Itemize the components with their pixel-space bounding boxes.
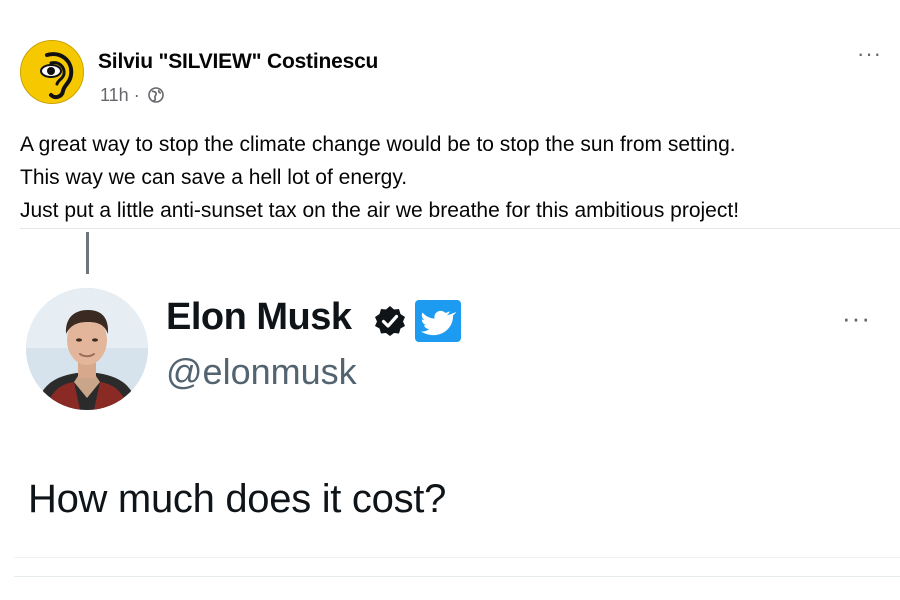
tweet-text: How much does it cost? xyxy=(28,477,447,521)
tweet-author-handle[interactable]: @elonmusk xyxy=(166,351,357,393)
post-text-line: A great way to stop the climate change w… xyxy=(20,133,736,156)
globe-icon[interactable] xyxy=(147,87,164,104)
ear-logo-icon xyxy=(21,41,83,103)
avatar-photo xyxy=(26,288,148,410)
divider xyxy=(20,228,900,229)
meta-separator: · xyxy=(133,84,140,105)
author-name[interactable]: Silviu "SILVIEW" Costinescu xyxy=(98,50,378,74)
post-text-line: This way we can save a hell lot of energ… xyxy=(20,166,408,189)
post-text-line: Just put a little anti-sunset tax on the… xyxy=(20,199,740,222)
divider xyxy=(14,576,900,577)
author-avatar[interactable] xyxy=(20,40,84,104)
twitter-logo-icon xyxy=(415,300,461,342)
tweet-author-avatar[interactable] xyxy=(26,288,148,410)
post-text: A great way to stop the climate change w… xyxy=(20,128,890,227)
post-timestamp[interactable]: 11h xyxy=(100,85,129,105)
tweet-more-options-icon[interactable]: ··· xyxy=(842,305,871,331)
divider xyxy=(14,557,900,558)
thread-connector-line xyxy=(86,232,89,274)
tweet-author-name[interactable]: Elon Musk xyxy=(166,296,352,339)
post-more-options-icon[interactable]: ··· xyxy=(857,43,882,65)
post-meta: 11h · xyxy=(100,84,164,106)
post-header: Silviu "SILVIEW" Costinescu 11h · ··· xyxy=(20,40,890,110)
verified-badge-icon xyxy=(375,306,405,336)
